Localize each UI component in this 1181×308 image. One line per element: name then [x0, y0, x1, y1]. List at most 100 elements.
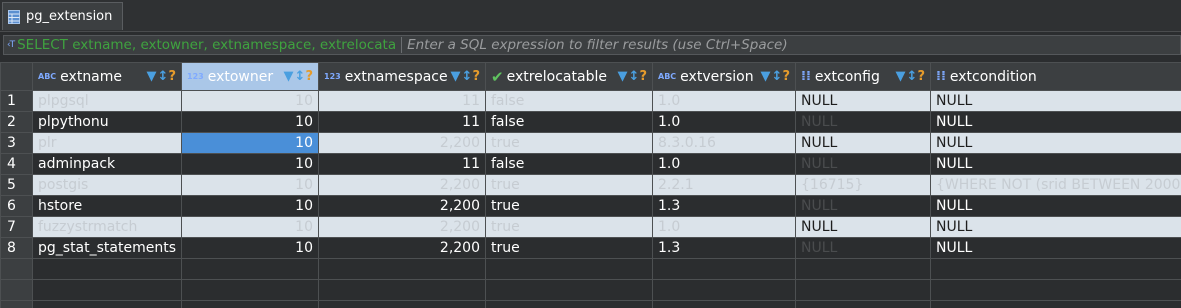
cell-extname[interactable]: plr [32, 132, 182, 154]
cell-extname[interactable]: fuzzystrmatch [32, 216, 182, 238]
sort-icon[interactable]: ↕ [158, 69, 169, 84]
tab-pg-extension[interactable]: pg_extension [2, 2, 123, 30]
cell-extconfig[interactable]: NULL [795, 195, 931, 217]
table-row[interactable]: 4 adminpack 10 11 false 1.0 NULL NULL [0, 153, 1181, 175]
cell-extrelocatable[interactable]: false [485, 153, 653, 175]
cell-extversion[interactable]: 1.0 [652, 111, 796, 133]
filter-icon[interactable]: ▼ [284, 69, 294, 84]
question-icon[interactable]: ? [782, 69, 790, 84]
corner-cell[interactable] [0, 62, 33, 91]
filter-icon[interactable]: ▼ [451, 69, 461, 84]
cell-extcondition[interactable]: NULL [930, 132, 1181, 154]
sort-icon[interactable]: ↕ [629, 69, 640, 84]
cell-extcondition[interactable]: NULL [930, 195, 1181, 217]
cell-extcondition[interactable]: NULL [930, 216, 1181, 238]
cell-extconfig[interactable]: NULL [795, 237, 931, 259]
question-icon[interactable]: ? [639, 69, 647, 84]
row-number[interactable]: 3 [0, 132, 33, 154]
cell-extversion[interactable]: 8.3.0.16 [652, 132, 796, 154]
row-number[interactable]: 4 [0, 153, 33, 175]
cell-extnamespace[interactable]: 2,200 [318, 195, 486, 217]
cell-extrelocatable[interactable]: true [485, 195, 653, 217]
cell-extrelocatable[interactable]: false [485, 111, 653, 133]
cell-extconfig[interactable]: {16715} [795, 174, 931, 196]
cell-extname[interactable]: hstore [32, 195, 182, 217]
column-header-extrelocatable[interactable]: ✔ extrelocatable ▼ ↕? [485, 62, 653, 91]
cell-extversion[interactable]: 1.3 [652, 195, 796, 217]
filter-query-text[interactable]: SELECT extname, extowner, extnamespace, … [17, 37, 396, 53]
column-header-extversion[interactable]: ABC extversion ▼ ↕? [652, 62, 796, 91]
row-number[interactable]: 1 [0, 90, 33, 112]
table-row[interactable]: 8 pg_stat_statements 10 2,200 true 1.3 N… [0, 237, 1181, 259]
cell-extrelocatable[interactable]: true [485, 216, 653, 238]
filter-icon[interactable]: ▼ [761, 69, 771, 84]
cell-extowner[interactable]: 10 [181, 216, 319, 238]
cell-extnamespace[interactable]: 11 [318, 153, 486, 175]
cell-extnamespace[interactable]: 11 [318, 90, 486, 112]
filter-input[interactable]: Enter a SQL expression to filter results… [407, 37, 788, 53]
cell-extnamespace[interactable]: 11 [318, 111, 486, 133]
cell-extversion[interactable]: 1.3 [652, 237, 796, 259]
filter-icon[interactable]: ▼ [896, 69, 906, 84]
sort-icon[interactable]: ↕ [295, 69, 306, 84]
column-header-extcondition[interactable]: ⁞⁞ extcondition [930, 62, 1181, 91]
sort-icon[interactable]: ↕ [462, 69, 473, 84]
cell-extnamespace[interactable]: 2,200 [318, 237, 486, 259]
selected-cell-extowner[interactable]: 10 [181, 132, 319, 154]
cell-extname[interactable]: postgis [32, 174, 182, 196]
column-header-extowner[interactable]: 123 extowner ▼ ↕? [181, 62, 319, 91]
cell-extconfig[interactable]: NULL [795, 90, 931, 112]
row-number[interactable]: 5 [0, 174, 33, 196]
cell-extowner[interactable]: 10 [181, 195, 319, 217]
row-number[interactable]: 8 [0, 237, 33, 259]
cell-extowner[interactable]: 10 [181, 90, 319, 112]
row-number[interactable]: 2 [0, 111, 33, 133]
cell-extname[interactable]: pg_stat_statements [32, 237, 182, 259]
sort-icon[interactable]: ↕ [907, 69, 918, 84]
table-row[interactable]: 2 plpythonu 10 11 false 1.0 NULL NULL [0, 111, 1181, 133]
cell-extcondition[interactable]: NULL [930, 237, 1181, 259]
cell-extconfig[interactable]: NULL [795, 132, 931, 154]
cell-extcondition[interactable]: NULL [930, 153, 1181, 175]
question-icon[interactable]: ? [305, 69, 313, 84]
cell-extrelocatable[interactable]: true [485, 237, 653, 259]
table-row[interactable]: 7 fuzzystrmatch 10 2,200 true 1.0 NULL N… [0, 216, 1181, 238]
cell-extrelocatable[interactable]: false [485, 90, 653, 112]
column-header-extconfig[interactable]: ⁞⁞ extconfig ▼ ↕? [795, 62, 931, 91]
table-row[interactable]: 3 plr 10 2,200 true 8.3.0.16 NULL NULL [0, 132, 1181, 154]
table-row[interactable]: 5 postgis 10 2,200 true 2.2.1 {16715} {W… [0, 174, 1181, 196]
filter-icon[interactable]: ▼ [147, 69, 157, 84]
cell-extnamespace[interactable]: 2,200 [318, 174, 486, 196]
cell-extowner[interactable]: 10 [181, 111, 319, 133]
cell-extversion[interactable]: 1.0 [652, 90, 796, 112]
cell-extname[interactable]: plpgsql [32, 90, 182, 112]
cell-extname[interactable]: adminpack [32, 153, 182, 175]
cell-extnamespace[interactable]: 2,200 [318, 132, 486, 154]
cell-extowner[interactable]: 10 [181, 153, 319, 175]
question-icon[interactable]: ? [472, 69, 480, 84]
cell-extconfig[interactable]: NULL [795, 216, 931, 238]
cell-extname[interactable]: plpythonu [32, 111, 182, 133]
table-row[interactable]: 1 plpgsql 10 11 false 1.0 NULL NULL [0, 90, 1181, 112]
table-row[interactable]: 6 hstore 10 2,200 true 1.3 NULL NULL [0, 195, 1181, 217]
cell-extconfig[interactable]: NULL [795, 153, 931, 175]
cell-extcondition[interactable]: NULL [930, 111, 1181, 133]
row-number[interactable]: 7 [0, 216, 33, 238]
cell-extversion[interactable]: 1.0 [652, 153, 796, 175]
cell-extowner[interactable]: 10 [181, 237, 319, 259]
cell-extowner[interactable]: 10 [181, 174, 319, 196]
row-number[interactable]: 6 [0, 195, 33, 217]
question-icon[interactable]: ? [168, 69, 176, 84]
sort-icon[interactable]: ↕ [772, 69, 783, 84]
cell-extconfig[interactable]: NULL [795, 111, 931, 133]
cell-extrelocatable[interactable]: true [485, 132, 653, 154]
question-icon[interactable]: ? [917, 69, 925, 84]
cell-extcondition[interactable]: NULL [930, 90, 1181, 112]
column-header-extname[interactable]: ABC extname ▼ ↕? [32, 62, 182, 91]
column-header-extnamespace[interactable]: 123 extnamespace ▼ ↕? [318, 62, 486, 91]
cell-extnamespace[interactable]: 2,200 [318, 216, 486, 238]
filter-bar[interactable]: ‹T SELECT extname, extowner, extnamespac… [3, 35, 1181, 55]
filter-icon[interactable]: ▼ [618, 69, 628, 84]
cell-extcondition[interactable]: {WHERE NOT (srid BETWEEN 2000 AND 2200)} [930, 174, 1181, 196]
cell-extversion[interactable]: 2.2.1 [652, 174, 796, 196]
